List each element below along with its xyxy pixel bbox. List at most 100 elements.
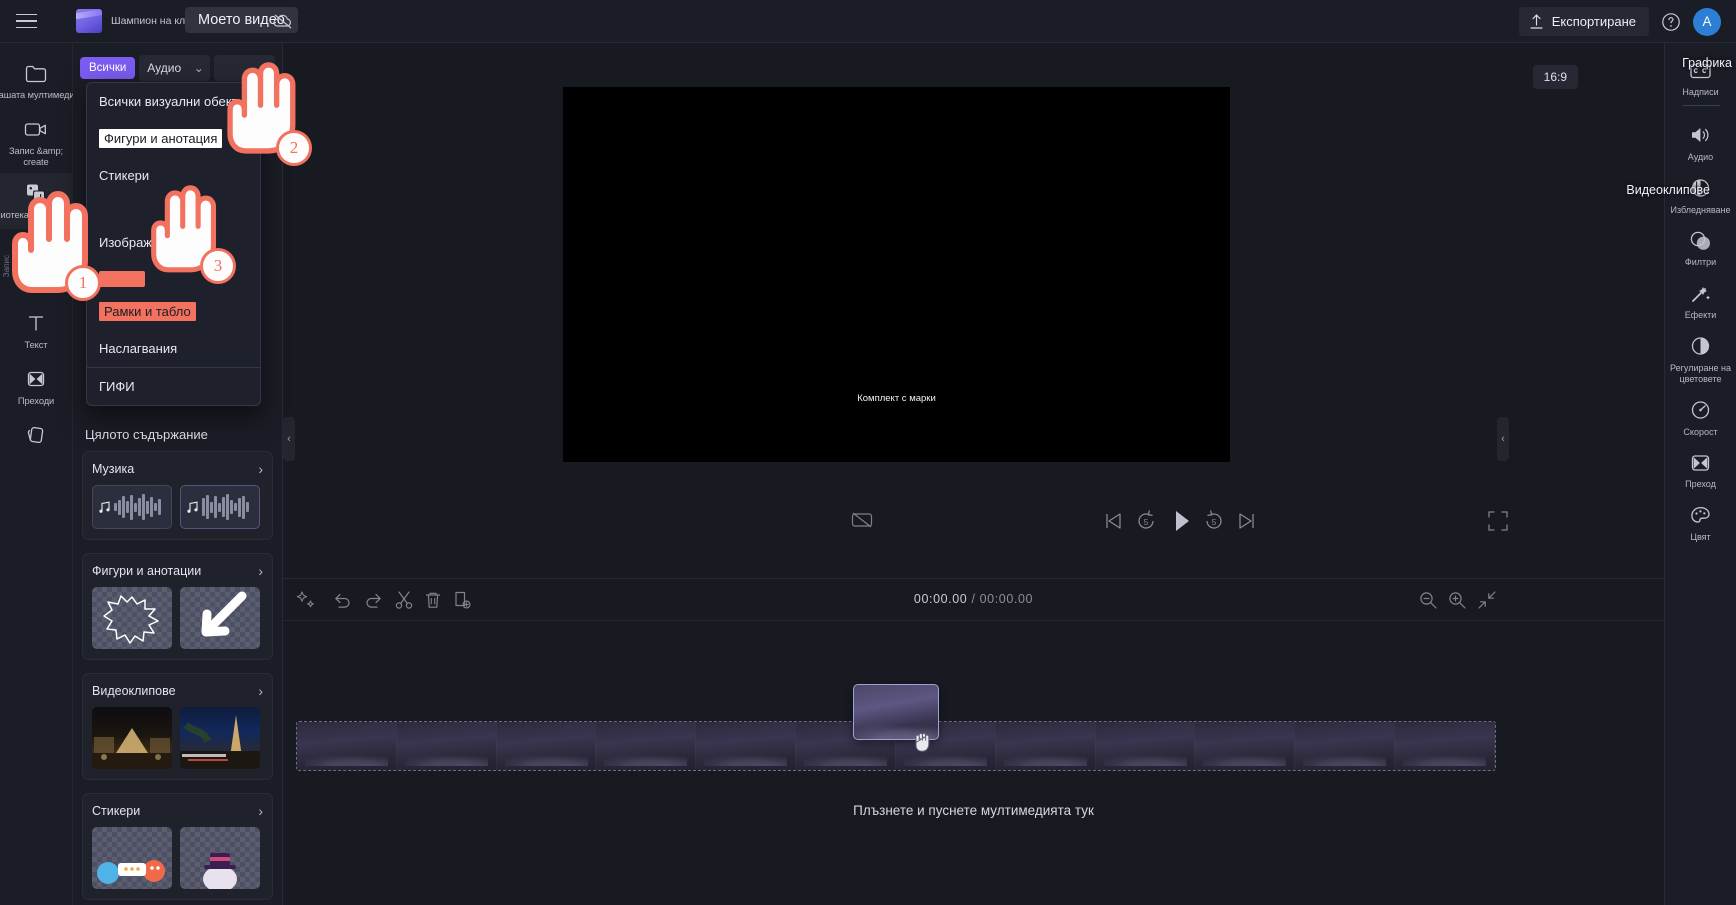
media-thumb-eiffel[interactable] [180,707,260,769]
filters-circles-icon [1688,228,1714,253]
rightbar-item-speed[interactable]: Скорост [1665,391,1736,444]
play-icon[interactable] [1167,506,1195,536]
media-thumb-sticker-magician[interactable] [180,827,260,889]
filmstrip-cell [696,722,797,770]
section-header[interactable]: Видеоклипове › [92,683,263,707]
rightbar-item-color[interactable]: Цвят [1665,496,1736,549]
filmstrip-cell [1295,722,1396,770]
all-content-title: Цялото съдържание [85,427,208,442]
rightbar-item-effects[interactable]: Ефекти [1665,274,1736,327]
aspect-ratio-button[interactable]: 16:9 [1532,65,1578,89]
speedometer-icon [1688,398,1714,423]
filmstrip-cell [297,722,397,770]
media-library-icon [23,181,49,205]
dropdown-item-giphy[interactable]: ГИФИ [87,368,260,405]
rightbar-item-fade[interactable]: Избледняване [1665,169,1736,222]
total-time: 00:00.00 [979,592,1034,606]
thumb-row [92,485,263,529]
help-circle-icon[interactable] [1660,11,1682,33]
media-thumb-starburst[interactable] [92,587,172,649]
section-header[interactable]: Стикери › [92,803,263,827]
chevron-right-icon[interactable]: › [258,683,263,699]
export-button[interactable]: Експортиране [1518,7,1649,36]
media-thumb-music[interactable] [92,485,172,529]
cloud-offline-icon [272,11,294,31]
stage-caption: Комплект с марки [857,393,936,404]
forward-5-icon[interactable]: 5 [1201,508,1227,534]
chevron-right-icon[interactable]: › [258,563,263,579]
dropdown-item-stickers[interactable]: Стикери [87,157,260,194]
chevron-down-icon: ⌄ [258,61,269,75]
media-thumb-sticker-chat[interactable] [92,827,172,889]
audio-select-value: Аудио [147,61,182,75]
sidebar-item-transitions[interactable]: Преходи [0,359,73,415]
dropdown-item-images[interactable]: Изображения [87,224,260,261]
app-header: Шампион на клиповете Моето видео Експорт… [0,0,1736,43]
sidebar-item-record-create[interactable]: Запис &amp; create [0,109,73,173]
audio-type-select[interactable]: Аудио ⌄ [139,55,210,81]
filmstrip-cell [995,722,1096,770]
folder-icon [23,61,49,85]
timeline: 00:00.00 / 00:00.00 Плъзнете и пуснете м… [283,578,1664,905]
dropdown-item-swatch[interactable] [99,271,145,287]
rightbar-item-captions[interactable]: Надписи [1665,51,1736,116]
svg-text:5: 5 [1212,518,1217,527]
dropdown-item-frames-borders[interactable]: Рамки и табло [99,302,196,321]
collapse-left-panel-button[interactable]: ‹ [283,417,295,461]
skip-end-icon[interactable] [1234,508,1260,534]
visual-type-dropdown-menu[interactable]: Всички визуални обекти Фигури и анотация… [86,82,261,406]
dropdown-item-blank[interactable] [87,194,260,224]
section-header[interactable]: Фигури и анотации › [92,563,263,587]
rightbar-label: Ефекти [1684,310,1717,321]
captions-off-icon[interactable] [849,507,875,533]
media-thumb-louvre[interactable] [92,707,172,769]
video-camera-icon [23,117,49,141]
dropdown-item-shapes-annotations[interactable]: Фигури и анотация [99,129,223,148]
rightbar-item-filters[interactable]: Филтри [1665,221,1736,274]
rightbar-item-color-adjust[interactable]: Регулиране на цветовете [1665,327,1736,391]
visual-type-select[interactable]: ⌄ [213,55,275,81]
section-header[interactable]: Музика › [92,461,263,485]
rewind-5-icon[interactable]: 5 [1133,508,1159,534]
avatar[interactable]: A [1693,7,1721,36]
dropdown-item-all-visuals[interactable]: Всички визуални обекти [87,83,260,120]
collapse-right-panel-button[interactable]: ‹ [1497,417,1509,461]
chevron-right-icon[interactable]: › [258,461,263,477]
rightbar-label: Цвят [1690,532,1711,543]
layers-icon [23,423,49,447]
sidebar-label: Текст [24,340,48,351]
fullscreen-icon[interactable] [1485,508,1511,534]
arrow-shape-icon [201,591,247,637]
section-card-videos: Видеоклипове › [82,673,273,780]
sidebar-item-layers[interactable] [0,415,73,471]
dropdown-item-overlays[interactable]: Наслагвания [87,330,260,367]
magnifier-plus-icon[interactable] [1446,589,1468,611]
filmstrip-cell [1095,722,1196,770]
skip-start-icon[interactable] [1100,508,1126,534]
video-preview-stage[interactable]: Комплект с марки [563,87,1230,462]
section-card-music: Музика › [82,451,273,540]
rightbar-item-audio[interactable]: Аудио [1665,116,1736,169]
annotation-badge-3: 3 [200,248,236,284]
media-thumb-music[interactable] [180,485,260,529]
filmstrip-cell [1395,722,1495,770]
sidebar-item-content-library[interactable]: Библиотека на библиотека [0,173,93,230]
media-thumb-arrow[interactable] [180,587,260,649]
fit-arrows-icon[interactable] [1476,589,1498,611]
preview-area: 16:9 Комплект с марки 5 5 [283,43,1664,578]
rightbar-label: Филтри [1684,257,1717,268]
chevron-right-icon[interactable]: › [258,803,263,819]
filter-chip-all[interactable]: Всички [80,57,136,79]
rightbar-item-transition[interactable]: Преход [1665,443,1736,496]
starburst-shape-icon [103,595,159,644]
sidebar-item-text[interactable]: Текст [0,303,73,359]
timeline-canvas[interactable]: Плъзнете и пуснете мултимедията тук [283,621,1664,905]
waveform [114,494,161,520]
filmstrip-cell [496,722,597,770]
magnifier-minus-icon[interactable] [1417,589,1439,611]
rightbar-label: Преход [1685,479,1716,490]
sidebar-item-your-media[interactable]: Вашата мултимедия [0,53,80,109]
captions-icon [1688,58,1714,83]
hamburger-menu-icon[interactable] [0,0,52,43]
palette-icon [1688,503,1714,528]
